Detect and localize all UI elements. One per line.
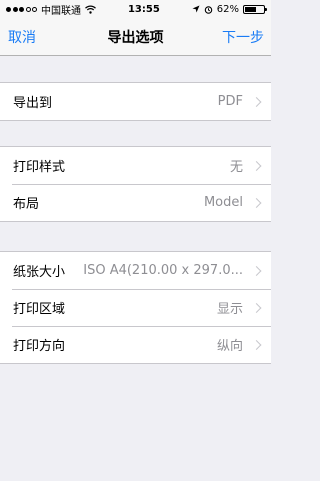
navigation-bar: 取消 导出选项 下一步 bbox=[0, 18, 271, 56]
row-label: 打印区域 bbox=[13, 302, 66, 317]
paper-size-row[interactable]: 纸张大小 ISO A4(210.00 x 297.0... bbox=[0, 252, 271, 289]
print-style-group: 打印样式 无 布局 Model bbox=[0, 146, 271, 222]
print-area-row[interactable]: 打印区域 显示 bbox=[0, 289, 271, 326]
chevron-right-icon bbox=[251, 160, 262, 171]
row-label: 布局 bbox=[13, 197, 40, 212]
wifi-icon bbox=[85, 5, 96, 14]
next-button[interactable]: 下一步 bbox=[222, 18, 264, 55]
export-destination-group: 导出到 PDF bbox=[0, 82, 271, 121]
row-value: 无 bbox=[229, 160, 243, 175]
battery-icon bbox=[242, 4, 267, 14]
chevron-right-icon bbox=[251, 96, 262, 107]
battery-percent: 62% bbox=[216, 3, 239, 15]
export-to-row[interactable]: 导出到 PDF bbox=[0, 83, 271, 120]
alarm-icon bbox=[204, 5, 213, 14]
chevron-right-icon bbox=[251, 339, 262, 350]
row-value: 显示 bbox=[216, 302, 243, 317]
row-value: ISO A4(210.00 x 297.0... bbox=[83, 263, 243, 278]
cancel-button[interactable]: 取消 bbox=[8, 18, 36, 55]
chevron-right-icon bbox=[251, 197, 262, 208]
layout-row[interactable]: 布局 Model bbox=[0, 184, 271, 221]
row-value: PDF bbox=[217, 94, 243, 109]
print-orientation-row[interactable]: 打印方向 纵向 bbox=[0, 326, 271, 363]
row-label: 打印样式 bbox=[13, 160, 66, 175]
status-bar: 中国联通 13:55 62% bbox=[0, 0, 271, 18]
signal-strength-icon bbox=[6, 6, 37, 12]
row-label: 打印方向 bbox=[13, 339, 66, 354]
row-value: Model bbox=[203, 195, 243, 210]
location-icon bbox=[192, 5, 200, 13]
paper-settings-group: 纸张大小 ISO A4(210.00 x 297.0... 打印区域 显示 打印… bbox=[0, 251, 271, 364]
status-right: 62% bbox=[192, 3, 267, 15]
status-time: 13:55 bbox=[127, 3, 160, 15]
print-style-row[interactable]: 打印样式 无 bbox=[0, 147, 271, 184]
chevron-right-icon bbox=[251, 265, 262, 276]
row-label: 纸张大小 bbox=[13, 265, 66, 280]
status-left: 中国联通 bbox=[6, 2, 96, 17]
row-label: 导出到 bbox=[13, 96, 53, 111]
row-value: 纵向 bbox=[216, 339, 243, 354]
chevron-right-icon bbox=[251, 302, 262, 313]
carrier-name: 中国联通 bbox=[41, 5, 81, 17]
